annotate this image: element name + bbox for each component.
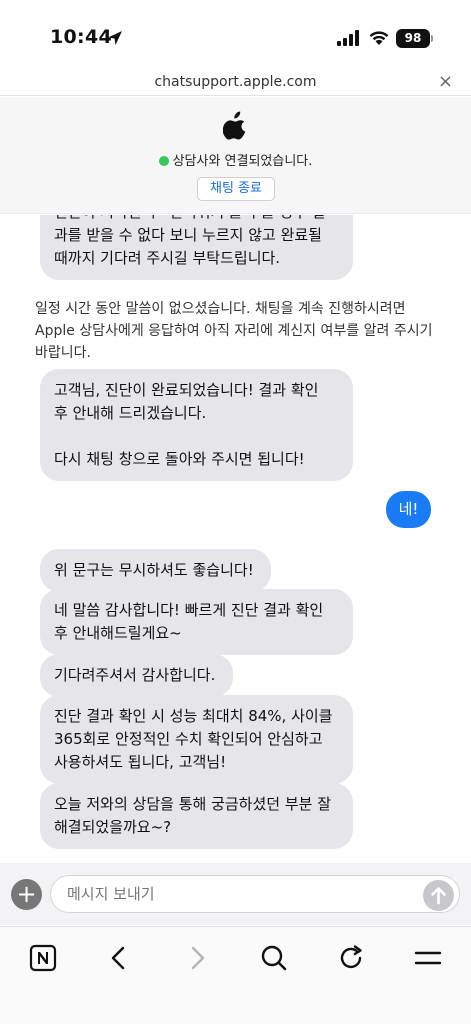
connection-status-text: 상담사와 연결되었습니다. [172,154,313,169]
url-domain[interactable]: chatsupport.apple.com [0,74,471,90]
chat-transcript[interactable]: 진단이 시작된 후 '건너뛰기'를 누를 경우 결 과를 받을 수 없다 보니 … [0,215,471,863]
url-bar[interactable]: chatsupport.apple.com × [0,72,471,96]
agent-message: 오늘 저와의 상담을 통해 궁금하셨던 부분 잘 해결되었을까요~? [40,783,353,849]
agent-message: 위 문구는 무시하셔도 좋습니다! [40,549,271,592]
message-composer: + [0,863,471,925]
agent-message: 기다려주셔서 감사합니다. [40,654,233,697]
back-icon[interactable] [104,943,134,973]
search-icon[interactable] [259,943,289,973]
battery-cap [431,35,433,42]
forward-icon[interactable] [182,943,212,973]
add-attachment-button[interactable]: + [11,879,42,910]
chat-header: 상담사와 연결되었습니다. 채팅 종료 [0,97,471,214]
location-arrow-icon [108,31,122,45]
close-icon[interactable]: × [438,72,453,92]
system-notice: 일정 시간 동안 말씀이 없으셨습니다. 채팅을 계속 진행하시려면 Apple… [35,301,433,361]
menu-icon[interactable] [413,943,443,973]
wifi-icon [369,31,389,45]
online-dot-icon [158,156,169,166]
status-time: 10:44 [50,26,112,48]
battery-indicator: 98 [396,29,430,48]
user-message: 네! [386,491,431,528]
status-bar: 10:44 98 [0,0,471,72]
agent-message: 네 말씀 감사합니다! 빠르게 진단 결과 확인 후 안내해드릴게요~ [40,589,353,655]
apple-logo-icon [223,111,246,140]
browser-toolbar [0,926,471,1024]
refresh-icon[interactable] [336,943,366,973]
connection-status: 상담사와 연결되었습니다. [0,150,471,169]
message-input[interactable] [50,875,460,913]
naver-n-icon[interactable] [28,943,58,973]
end-chat-button[interactable]: 채팅 종료 [197,177,275,201]
agent-message: 진단이 시작된 후 '건너뛰기'를 누를 경우 결 과를 받을 수 없다 보니 … [40,215,353,280]
agent-message: 고객님, 진단이 완료되었습니다! 결과 확인 후 안내해 드리겠습니다. 다시… [40,369,353,481]
send-arrow-icon [431,887,446,905]
signal-icon [337,30,359,46]
send-button[interactable] [423,880,454,911]
agent-message: 진단 결과 확인 시 성능 최대치 84%, 사이클 365회로 안정적인 수치… [40,695,353,784]
